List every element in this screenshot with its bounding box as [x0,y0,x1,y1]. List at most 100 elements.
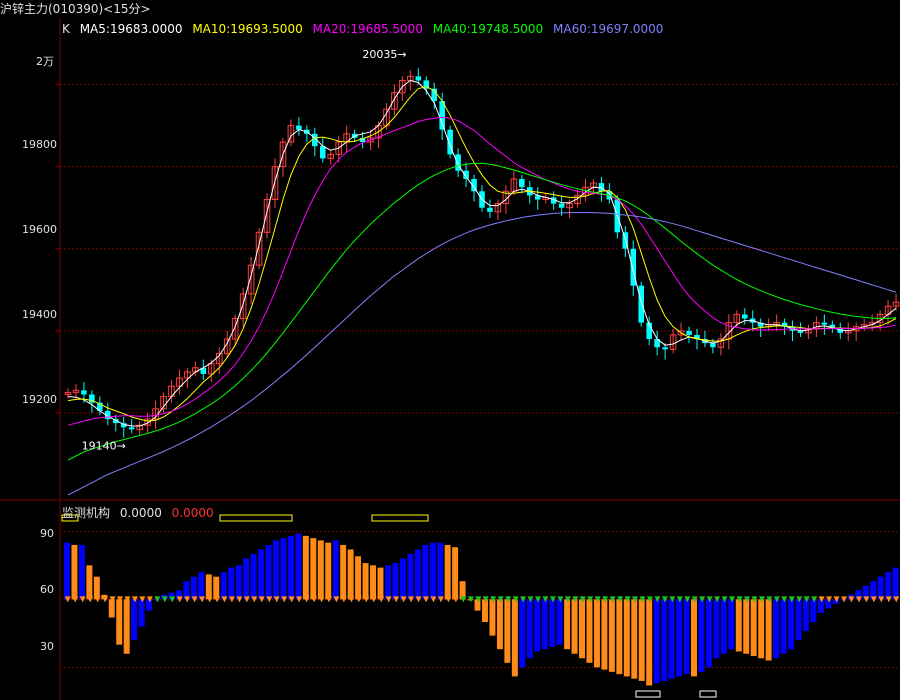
indicator-bar [86,565,93,600]
indicator-bar [802,599,809,632]
candle-body [821,322,828,325]
indicator-bar [64,542,70,600]
candle-body [710,343,716,348]
indicator-bar [71,544,78,600]
signal-box [635,690,661,698]
indicator-bar [235,565,242,600]
indicator-bar [705,599,712,668]
indicator-bar [795,599,802,641]
indicator-bar [765,599,772,661]
indicator-bar [392,563,399,600]
indicator-bar [362,563,369,600]
indicator-bar [817,599,824,613]
indicator-bar [608,599,615,672]
indicator-bar [482,599,488,622]
indicator-bar [668,599,675,679]
indicator-bar [452,547,459,600]
indicator-bar [205,574,212,600]
indicator-bar [317,540,324,600]
indicator-bar [340,544,347,600]
indicator-bar [810,599,817,622]
ma60-line [67,212,897,496]
sub-yaxis-label-90: 90 [40,527,54,540]
sub-yaxis-label-30: 30 [40,640,54,653]
sub-panel-title: 监测机构 [62,506,111,520]
indicator-bar [302,535,309,600]
high-price-label: 20035→ [362,48,406,61]
indicator-bar [414,549,421,600]
yaxis-label-19800: 19800 [22,138,57,151]
sub-panel-header: 监测机构 0.0000 0.0000 [62,504,214,521]
indicator-bar [287,535,294,600]
signal-box [371,514,429,522]
indicator-bar [549,599,556,647]
indicator-bar [511,599,518,677]
indicator-bar [885,572,892,600]
indicator-bar [698,599,705,672]
yaxis-label-19400: 19400 [22,308,57,321]
signal-box [219,514,293,522]
yaxis-label-19200: 19200 [22,393,57,406]
candle-body [519,178,525,188]
indicator-bar [444,544,451,600]
candlestick-chart: 20035→ 19140→ [0,18,900,700]
indicator-bar [250,554,257,600]
indicator-bar [220,572,227,600]
indicator-bar [474,599,481,611]
yaxis-label-19600: 19600 [22,223,57,236]
indicator-bar [519,599,526,668]
indicator-bar [138,599,145,627]
indicator-bar [422,544,429,600]
indicator-bar [892,567,899,600]
sub-panel-value1: 0.0000 [119,506,162,520]
indicator-bar [273,540,279,600]
indicator-bar [646,599,653,686]
indicator-bar [788,599,794,650]
indicator-bar [258,549,265,600]
low-price-label: 19140→ [82,440,126,453]
indicator-bar [407,554,414,600]
indicator-bar [571,599,578,654]
indicator-bar [586,599,593,663]
candle-body [662,347,668,350]
indicator-bar [116,599,123,645]
candle-body [319,146,326,159]
indicator-bar [295,533,302,600]
indicator-bar [758,599,765,659]
indicator-bar [243,558,250,600]
indicator-bar [728,599,735,650]
indicator-bar [564,599,571,650]
indicator-bar [146,599,153,611]
indicator-bar [750,599,757,656]
indicator-bar [623,599,630,677]
indicator-bar [534,599,541,652]
candle-body [558,203,565,208]
indicator-bar [773,599,780,659]
candle-body [598,183,605,192]
indicator-bar [653,599,660,684]
indicator-bar [541,599,548,650]
indicator-bar [496,599,503,650]
indicator-bar [265,544,272,600]
indicator-bar [683,599,690,675]
indicator-bar [123,599,130,654]
indicator-bar [616,599,623,675]
indicator-bar [631,599,638,679]
indicator-bar [661,599,668,681]
indicator-bar [877,576,884,600]
sub-panel-value2: 0.0000 [171,506,214,520]
indicator-bar [355,556,362,600]
candle-body [741,314,748,319]
candle-body [638,285,645,323]
candle-body [296,125,302,130]
candle-body [128,427,135,430]
candle-body [415,76,422,81]
indicator-bar [593,599,600,668]
indicator-bar [93,576,100,600]
indicator-bar [638,599,645,681]
ma5-line [67,79,897,427]
signal-box [699,690,717,698]
indicator-bar [691,599,697,677]
indicator-bar [108,599,115,618]
indicator-bar [228,567,235,600]
